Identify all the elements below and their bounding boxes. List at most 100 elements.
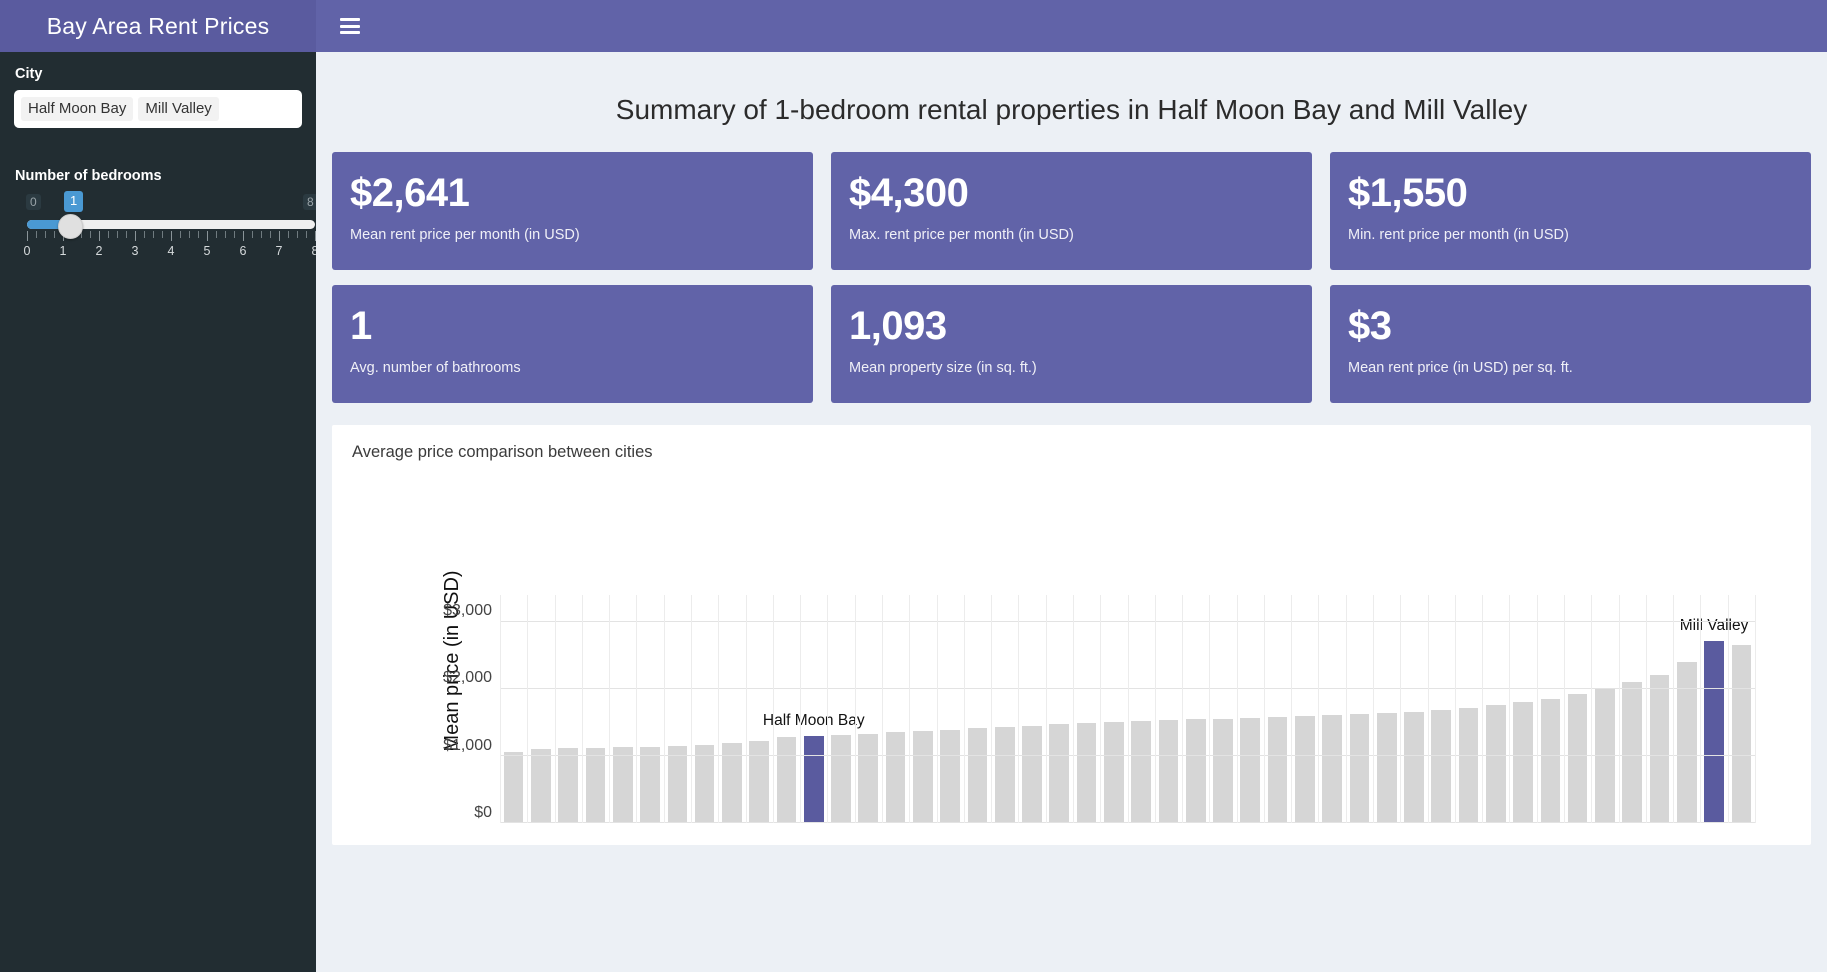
chart-gridline-vertical bbox=[1618, 595, 1620, 823]
city-multiselect[interactable]: Half Moon Bay Mill Valley bbox=[14, 90, 302, 128]
city-filter-label: City bbox=[15, 66, 43, 82]
metric-card-value: $4,300 bbox=[849, 171, 969, 215]
slider-tick-label: 8 bbox=[311, 244, 316, 258]
metric-card: 1,093 Mean property size (in sq. ft.) bbox=[831, 285, 1312, 403]
chart-gridline-vertical bbox=[772, 595, 774, 823]
chart-bar bbox=[1322, 715, 1342, 823]
metric-card: 1 Avg. number of bathrooms bbox=[332, 285, 813, 403]
metric-card-label: Mean property size (in sq. ft.) bbox=[849, 360, 1037, 376]
chart-gridline-vertical bbox=[827, 595, 829, 823]
metric-card: $3 Mean rent price (in USD) per sq. ft. bbox=[1330, 285, 1811, 403]
bedrooms-filter: Number of bedrooms 0 8 1 0 1 2 3 4 5 6 7 8 bbox=[14, 168, 316, 264]
slider-tick-label: 6 bbox=[239, 244, 247, 258]
metric-card: $1,550 Min. rent price per month (in USD) bbox=[1330, 152, 1811, 270]
slider-tick bbox=[117, 231, 118, 238]
city-chip-1[interactable]: Mill Valley bbox=[138, 96, 219, 122]
chart-gridline-vertical bbox=[1345, 595, 1347, 823]
metric-card-value: 1,093 bbox=[849, 304, 947, 348]
slider-tick bbox=[162, 231, 163, 238]
chart-bar bbox=[612, 747, 633, 823]
chart-panel: Average price comparison between cities … bbox=[332, 425, 1811, 845]
slider-max-label: 8 bbox=[303, 194, 316, 210]
chart-title: Average price comparison between cities bbox=[352, 443, 653, 461]
chart-bar bbox=[1349, 714, 1370, 823]
slider-tick bbox=[27, 231, 28, 241]
metric-card-label: Mean rent price (in USD) per sq. ft. bbox=[1348, 360, 1573, 376]
chart-gridline-vertical bbox=[854, 595, 856, 823]
sidebar: City Half Moon Bay Mill Valley Number of… bbox=[0, 52, 316, 972]
chart-gridline-vertical bbox=[581, 595, 583, 823]
slider-tick bbox=[261, 231, 262, 238]
slider-tick-label: 5 bbox=[203, 244, 211, 258]
slider-tick bbox=[225, 231, 226, 238]
slider-tick bbox=[234, 231, 235, 238]
chart-bar bbox=[776, 737, 797, 823]
metric-card-value: 1 bbox=[350, 304, 372, 348]
slider-tick-label: 0 bbox=[23, 244, 31, 258]
metric-card-label: Min. rent price per month (in USD) bbox=[1348, 227, 1569, 243]
chart-gridline-vertical bbox=[909, 595, 911, 823]
slider-tick bbox=[189, 231, 190, 238]
slider-tick-label: 4 bbox=[167, 244, 175, 258]
metric-card: $2,641 Mean rent price per month (in USD) bbox=[332, 152, 813, 270]
hamburger-icon[interactable] bbox=[340, 18, 360, 34]
chart-gridline-vertical bbox=[1045, 595, 1047, 823]
chart-bar bbox=[1485, 704, 1506, 823]
hamburger-bar bbox=[340, 18, 360, 21]
slider-tick-label: 7 bbox=[275, 244, 283, 258]
metric-card: $4,300 Max. rent price per month (in USD) bbox=[831, 152, 1312, 270]
main-content: Summary of 1-bedroom rental properties i… bbox=[316, 52, 1827, 972]
chart-bar bbox=[585, 747, 606, 823]
chart-bar bbox=[1431, 709, 1452, 823]
metric-card-value: $3 bbox=[1348, 304, 1392, 348]
slider-tick-label: 3 bbox=[131, 244, 139, 258]
chart-gridline-vertical bbox=[1536, 595, 1538, 823]
chart-gridline-vertical bbox=[690, 595, 692, 823]
app-brand-title: Bay Area Rent Prices bbox=[0, 0, 316, 52]
bedrooms-slider[interactable]: 0 8 1 0 1 2 3 4 5 6 7 8 bbox=[14, 191, 316, 264]
chart-gridline-vertical bbox=[1263, 595, 1265, 823]
slider-tick bbox=[90, 231, 91, 238]
chart-bar bbox=[531, 749, 551, 823]
chart-gridline-vertical bbox=[936, 595, 938, 823]
chart-y-tick-label: $3,000 bbox=[443, 601, 492, 619]
chart-y-tick-label: $1,000 bbox=[443, 736, 492, 754]
chart-gridline-vertical bbox=[991, 595, 993, 823]
chart-gridline-vertical bbox=[554, 595, 556, 823]
slider-tick bbox=[306, 231, 307, 238]
chart-bar bbox=[994, 727, 1015, 823]
slider-tick bbox=[288, 231, 289, 238]
chart-gridline-vertical bbox=[963, 595, 965, 823]
chart-area: Mean price (in USD) Half Moon Bay Mill Va… bbox=[352, 477, 1791, 845]
chart-bar bbox=[1376, 713, 1397, 823]
slider-tick bbox=[207, 231, 208, 241]
chart-bar bbox=[1295, 716, 1315, 823]
chart-bar bbox=[558, 747, 579, 823]
chart-bar-annotation: Half Moon Bay bbox=[762, 711, 865, 729]
chart-y-tick-label: $0 bbox=[474, 804, 492, 821]
chart-bar bbox=[1158, 720, 1179, 823]
chart-gridline-vertical bbox=[1100, 595, 1102, 823]
chart-bar bbox=[1104, 721, 1124, 823]
slider-tick-label: 2 bbox=[95, 244, 103, 258]
slider-tick bbox=[54, 231, 55, 238]
chart-gridline-vertical bbox=[1400, 595, 1402, 823]
slider-tick bbox=[108, 231, 109, 238]
chart-bar bbox=[749, 740, 769, 823]
chart-gridline-vertical bbox=[1482, 595, 1484, 823]
chart-bar bbox=[1049, 724, 1070, 823]
slider-tick bbox=[279, 231, 280, 241]
slider-handle[interactable] bbox=[58, 214, 83, 239]
chart-gridline-vertical bbox=[1755, 595, 1756, 823]
slider-tick-labels: 0 1 2 3 4 5 6 7 8 bbox=[23, 244, 316, 262]
slider-tick bbox=[216, 231, 217, 238]
slider-tick bbox=[45, 231, 46, 238]
city-chip-0[interactable]: Half Moon Bay bbox=[21, 96, 134, 122]
chart-bar bbox=[1540, 698, 1561, 823]
slider-tick bbox=[171, 231, 172, 241]
chart-gridline-vertical bbox=[1727, 595, 1729, 823]
chart-bar bbox=[913, 731, 933, 823]
chart-bar bbox=[1649, 675, 1670, 823]
chart-gridline-vertical bbox=[663, 595, 665, 823]
chart-gridline-vertical bbox=[1373, 595, 1375, 823]
